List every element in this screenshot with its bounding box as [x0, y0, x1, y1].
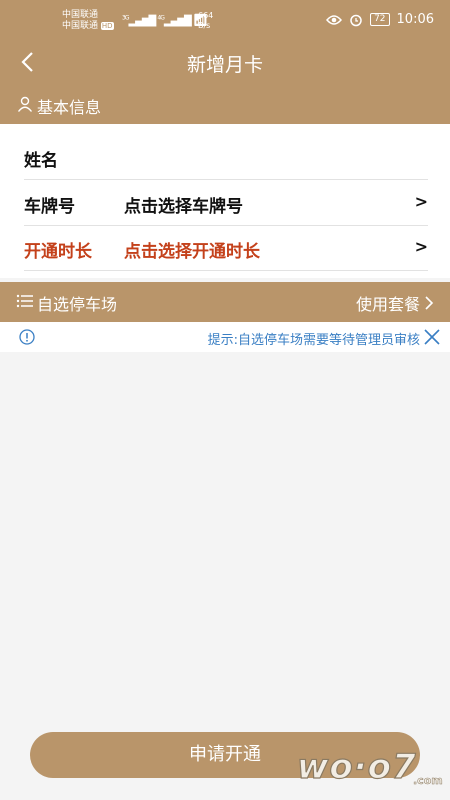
- carrier-2: 中国联通: [62, 21, 99, 31]
- duration-selector[interactable]: 点击选择开通时长: [124, 237, 260, 262]
- eye-icon: [326, 14, 343, 25]
- battery-icon: 72: [370, 13, 390, 26]
- plate-selector[interactable]: 点击选择车牌号: [124, 192, 243, 217]
- duration-row[interactable]: 开通时长 点击选择开通时长 >: [24, 225, 428, 271]
- list-icon: [16, 294, 33, 308]
- plate-arrow-icon: >: [414, 192, 428, 211]
- card-form: 姓名 车牌号 点击选择车牌号 > 开通时长 点击选择开通时长 >: [0, 124, 450, 278]
- tip-text: 提示:自选停车场需要等待管理员审核: [207, 333, 420, 348]
- basic-info-label: 基本信息: [37, 98, 102, 117]
- duration-arrow-icon: >: [414, 237, 428, 256]
- duration-label: 开通时长: [24, 242, 92, 262]
- app-header: 新增月卡: [0, 40, 450, 86]
- parking-label: 自选停车场: [37, 295, 118, 314]
- signal-icon: 3G▂▄▆█ 4G▂▄▆█ 📶︎: [122, 13, 208, 27]
- plate-label: 车牌号: [24, 197, 75, 217]
- tip-bar: 提示:自选停车场需要等待管理员审核: [0, 322, 450, 352]
- carrier-1: 中国联通: [62, 10, 99, 20]
- net-type-1: 3G: [122, 14, 130, 22]
- speed-unit: B/s: [198, 21, 211, 30]
- info-icon: [19, 329, 35, 345]
- network-speed: 664 B/s: [198, 11, 213, 31]
- svg-text:.com: .com: [413, 774, 443, 787]
- hd-badge: HD: [100, 22, 114, 30]
- name-row[interactable]: 姓名: [24, 134, 428, 180]
- watermark-logo: wo·o7 .com: [296, 746, 443, 787]
- page-title: 新增月卡: [186, 54, 263, 76]
- name-label: 姓名: [24, 151, 58, 171]
- use-package-label: 使用套餐: [355, 295, 420, 314]
- net-type-2: 4G: [157, 14, 165, 22]
- speed-value: 664: [198, 11, 214, 20]
- carrier-info: 中国联通 中国联通 HD: [62, 10, 114, 32]
- plate-row[interactable]: 车牌号 点击选择车牌号 >: [24, 180, 428, 226]
- parking-bar: 自选停车场 使用套餐: [0, 282, 450, 322]
- status-right: 72 10:06: [326, 12, 434, 27]
- clock-time: 10:06: [396, 12, 434, 27]
- chevron-right-icon: [425, 296, 434, 310]
- close-icon[interactable]: [424, 329, 440, 345]
- alarm-icon: [350, 14, 362, 26]
- svg-text:wo·o7: wo·o7: [297, 747, 417, 787]
- use-package-button[interactable]: 使用套餐: [356, 291, 434, 315]
- status-bar: 中国联通 中国联通 HD 3G▂▄▆█ 4G▂▄▆█ 📶︎ 664 B/s 72…: [0, 0, 450, 40]
- user-icon: [17, 96, 33, 112]
- basic-info-bar: 基本信息: [0, 86, 450, 124]
